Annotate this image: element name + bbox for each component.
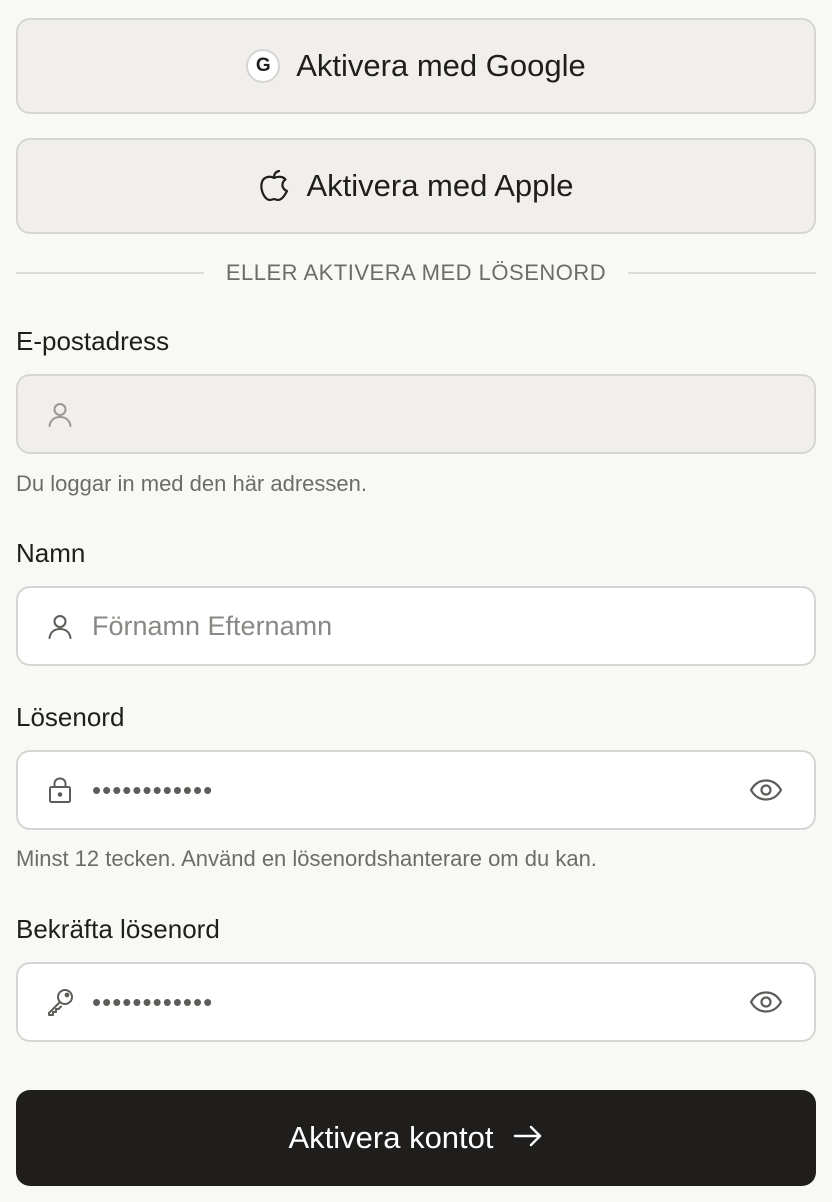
arrow-right-icon <box>512 1120 544 1156</box>
divider-line-left <box>16 272 204 274</box>
apple-button-label: Aktivera med Apple <box>306 168 574 203</box>
confirm-password-label: Bekräfta lösenord <box>16 914 220 944</box>
email-help-text: Du loggar in med den här adressen. <box>16 471 367 496</box>
password-field[interactable]: •••••••••••• <box>16 750 816 830</box>
apple-icon <box>258 169 290 203</box>
confirm-password-field[interactable]: •••••••••••• <box>16 962 816 1042</box>
show-password-eye-icon[interactable] <box>748 772 784 808</box>
name-placeholder: Förnamn Efternamn <box>92 610 333 641</box>
lock-icon <box>44 774 76 806</box>
google-activate-button[interactable]: G Aktivera med Google <box>16 18 816 114</box>
activate-account-button[interactable]: Aktivera kontot <box>16 1090 816 1186</box>
user-icon <box>44 610 76 642</box>
password-label: Lösenord <box>16 702 125 732</box>
password-help-text: Minst 12 tecken. Använd en lösenordshant… <box>16 846 597 871</box>
apple-activate-button[interactable]: Aktivera med Apple <box>16 138 816 234</box>
user-icon <box>44 398 76 430</box>
show-confirm-password-eye-icon[interactable] <box>748 984 784 1020</box>
activate-account-label: Aktivera kontot <box>288 1120 494 1155</box>
key-icon <box>44 986 76 1018</box>
or-divider: ELLER AKTIVERA MED LÖSENORD <box>16 256 816 290</box>
confirm-password-value: •••••••••••• <box>92 986 214 1017</box>
divider-line-right <box>628 272 816 274</box>
email-label: E-postadress <box>16 326 170 356</box>
google-button-label: Aktivera med Google <box>296 48 586 83</box>
google-icon: G <box>246 49 281 83</box>
divider-text: ELLER AKTIVERA MED LÖSENORD <box>225 260 607 285</box>
name-field[interactable]: Förnamn Efternamn <box>16 586 816 666</box>
password-value: •••••••••••• <box>92 774 214 805</box>
name-label: Namn <box>16 538 86 568</box>
email-field <box>16 374 816 454</box>
